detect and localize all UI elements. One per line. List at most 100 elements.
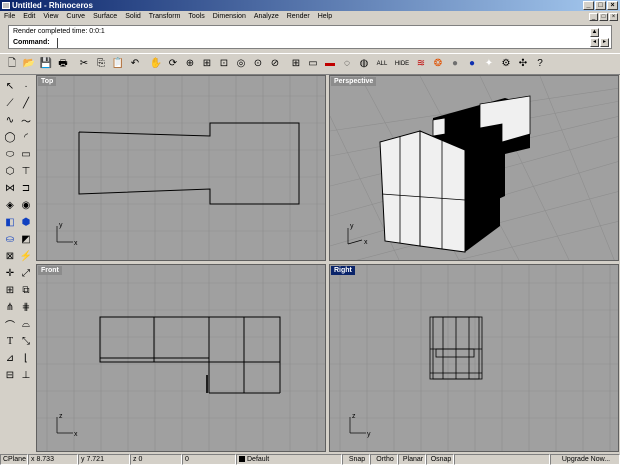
render-icon[interactable]: ● xyxy=(464,56,480,72)
viewport-front[interactable]: z x Front xyxy=(36,264,326,452)
color-wheel-icon[interactable]: ❂ xyxy=(430,56,446,72)
viewport-perspective[interactable]: y x Perspective xyxy=(329,75,619,261)
surface-icon[interactable]: ◈ xyxy=(2,197,18,214)
move-icon[interactable]: ✛ xyxy=(2,265,18,282)
polygon-icon[interactable]: ⬡ xyxy=(2,163,18,180)
status-snap[interactable]: Snap xyxy=(342,454,370,465)
grid-snap-icon[interactable]: ✣ xyxy=(515,56,531,72)
menu-curve[interactable]: Curve xyxy=(66,11,85,23)
layer-icon[interactable]: ◍ xyxy=(356,56,372,72)
mesh-icon[interactable]: ⊠ xyxy=(2,248,18,265)
lights-icon[interactable]: ✦ xyxy=(481,56,497,72)
doc-close-button[interactable]: × xyxy=(609,13,618,21)
viewport-title-top[interactable]: Top xyxy=(38,77,57,86)
render-tools-icon[interactable]: ⚡ xyxy=(18,248,34,265)
open-file-icon[interactable]: 📂 xyxy=(21,56,37,72)
box-icon[interactable]: ◧ xyxy=(2,214,18,231)
zoom-all-icon[interactable]: ⊙ xyxy=(250,56,266,72)
title-bar[interactable]: Untitled - Rhinoceros _ □ × xyxy=(0,0,620,11)
boolean-icon[interactable]: ⬢ xyxy=(18,214,34,231)
measure-icon[interactable]: ⊥ xyxy=(18,367,34,384)
menu-view[interactable]: View xyxy=(43,11,58,23)
rectangle-icon[interactable]: ▭ xyxy=(18,146,34,163)
scroll-up-icon[interactable]: ▲ xyxy=(590,28,599,37)
doc-maximize-button[interactable]: □ xyxy=(599,13,608,21)
paste-icon[interactable]: 📋 xyxy=(110,56,126,72)
offset-icon[interactable]: ⊐ xyxy=(18,180,34,197)
text-object-icon[interactable]: ⊤ xyxy=(18,163,34,180)
solid-tools-icon[interactable]: ◩ xyxy=(18,231,34,248)
menu-dimension[interactable]: Dimension xyxy=(213,11,246,23)
viewport-layout-icon[interactable]: ⊟ xyxy=(2,367,18,384)
viewport-right[interactable]: z y Right xyxy=(329,264,619,452)
doc-minimize-button[interactable]: _ xyxy=(589,13,598,21)
minimize-button[interactable]: _ xyxy=(583,1,594,10)
close-button[interactable]: × xyxy=(607,1,618,10)
zoom-extents-icon[interactable]: ⊡ xyxy=(216,56,232,72)
ellipse-icon[interactable]: ⬭ xyxy=(2,146,18,163)
print-icon[interactable]: 🖶 xyxy=(55,56,71,72)
copy-icon[interactable]: ⎘ xyxy=(93,56,109,72)
hide-icon[interactable]: ◌ xyxy=(339,56,355,72)
point-icon[interactable]: · xyxy=(18,78,34,95)
curvature-icon[interactable]: ⌊ xyxy=(18,350,34,367)
select-arrow-icon[interactable]: ↖ xyxy=(2,78,18,95)
join-icon[interactable]: ⋔ xyxy=(2,299,18,316)
hide-objects-button[interactable]: HIDE xyxy=(392,56,412,72)
cylinder-icon[interactable]: ⛀ xyxy=(2,231,18,248)
menu-help[interactable]: Help xyxy=(318,11,332,23)
menu-edit[interactable]: Edit xyxy=(23,11,35,23)
four-viewports-icon[interactable]: ⊞ xyxy=(288,56,304,72)
arc-icon[interactable]: ◜ xyxy=(18,129,34,146)
set-view-icon[interactable]: ▭ xyxy=(305,56,321,72)
viewport-title-perspective[interactable]: Perspective xyxy=(331,77,377,86)
curve-icon[interactable]: ∿ xyxy=(2,112,18,129)
zoom-selected-icon[interactable]: ◎ xyxy=(233,56,249,72)
line-icon[interactable]: ╱ xyxy=(18,95,34,112)
menu-tools[interactable]: Tools xyxy=(188,11,204,23)
undo-view-icon[interactable]: ⊘ xyxy=(267,56,283,72)
curve-tools-icon[interactable]: ⋈ xyxy=(2,180,18,197)
properties-icon[interactable]: ≋ xyxy=(413,56,429,72)
menu-analyze[interactable]: Analyze xyxy=(254,11,279,23)
new-file-icon[interactable]: 🗋 xyxy=(4,56,20,72)
status-planar[interactable]: Planar xyxy=(398,454,426,465)
zoom-dynamic-icon[interactable]: ⊕ xyxy=(182,56,198,72)
menu-solid[interactable]: Solid xyxy=(125,11,141,23)
save-icon[interactable]: 💾 xyxy=(38,56,54,72)
viewport-title-right[interactable]: Right xyxy=(331,266,355,275)
array-icon[interactable]: ⊞ xyxy=(2,282,18,299)
loft-icon[interactable]: ◉ xyxy=(18,197,34,214)
cut-icon[interactable]: ✂ xyxy=(76,56,92,72)
render-sphere-icon[interactable]: ● xyxy=(447,56,463,72)
viewport-top[interactable]: y x Top xyxy=(36,75,326,261)
menu-surface[interactable]: Surface xyxy=(93,11,117,23)
zoom-window-icon[interactable]: ⊞ xyxy=(199,56,215,72)
transform-icon[interactable]: ⤢ xyxy=(18,265,34,282)
undo-icon[interactable]: ↶ xyxy=(127,56,143,72)
polyline-icon[interactable]: ⟋ xyxy=(2,95,18,112)
freeform-icon[interactable]: 〜 xyxy=(18,112,34,129)
viewport-title-front[interactable]: Front xyxy=(38,266,62,275)
menu-transform[interactable]: Transform xyxy=(149,11,181,23)
analyze-icon[interactable]: ⊿ xyxy=(2,350,18,367)
dimension-icon[interactable]: ⤡ xyxy=(18,333,34,350)
upgrade-now-button[interactable]: Upgrade Now... xyxy=(550,454,620,465)
status-osnap[interactable]: Osnap xyxy=(426,454,454,465)
mirror-icon[interactable]: ⧉ xyxy=(18,282,34,299)
osnap-icon[interactable]: ⚙ xyxy=(498,56,514,72)
trim-icon[interactable]: ⌒ xyxy=(2,316,18,333)
rotate-view-icon[interactable]: ⟳ xyxy=(165,56,181,72)
menu-file[interactable]: File xyxy=(4,11,15,23)
menu-render[interactable]: Render xyxy=(287,11,310,23)
explode-icon[interactable]: ⋕ xyxy=(18,299,34,316)
status-layer[interactable]: Default xyxy=(236,454,342,465)
text-icon[interactable]: T xyxy=(2,333,18,350)
maximize-button[interactable]: □ xyxy=(595,1,606,10)
command-input[interactable] xyxy=(59,39,569,48)
pan-icon[interactable]: ✋ xyxy=(148,56,164,72)
circle-icon[interactable]: ◯ xyxy=(2,129,18,146)
scroll-right-icon[interactable]: ▸ xyxy=(600,38,609,47)
scroll-left-icon[interactable]: ◂ xyxy=(590,38,599,47)
split-icon[interactable]: ⌓ xyxy=(18,316,34,333)
